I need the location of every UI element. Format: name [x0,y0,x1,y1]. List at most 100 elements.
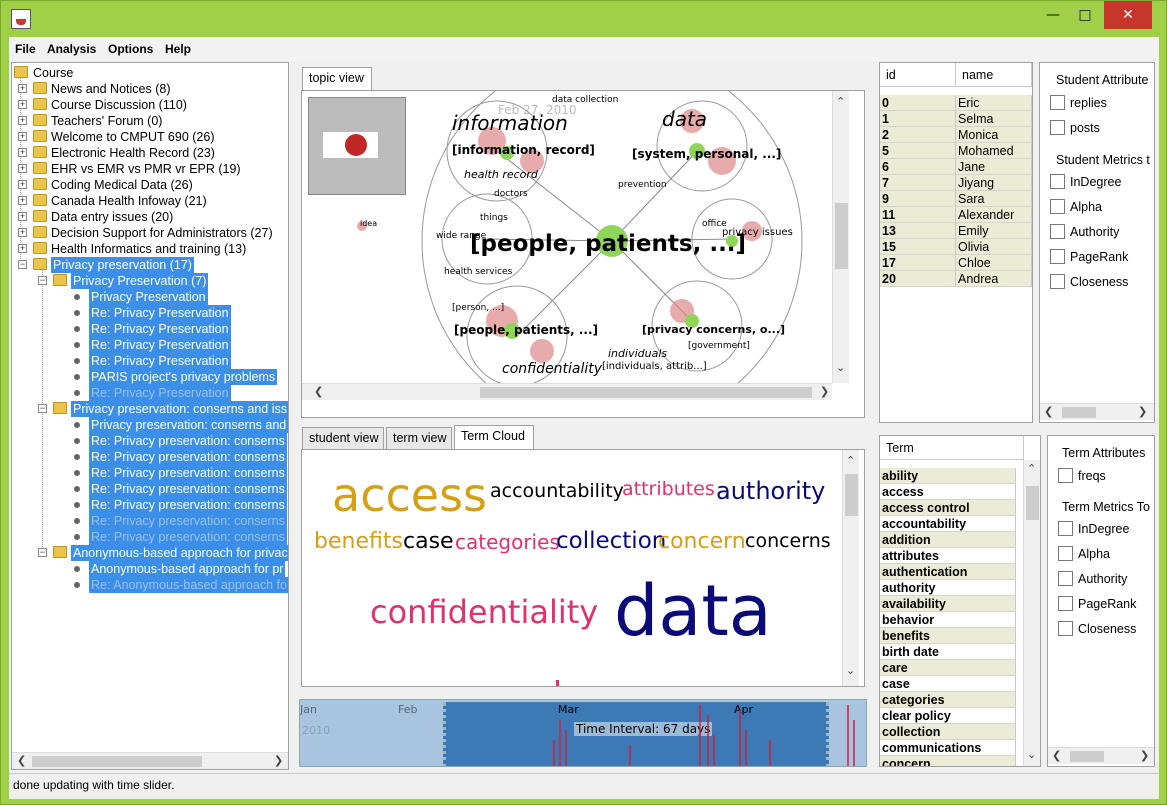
student-row[interactable]: 1 Selma [880,111,1032,127]
checkbox-authority[interactable]: Authority [1058,570,1127,590]
scroll-right-icon[interactable]: ❯ [1140,749,1149,762]
checkbox-closeness[interactable]: Closeness [1050,273,1128,293]
scroll-thumb[interactable] [480,387,812,398]
scroll-left-icon[interactable]: ❮ [1052,749,1061,762]
checkbox-pagerank[interactable]: PageRank [1050,248,1128,268]
term-row[interactable]: accountability [880,516,1016,532]
checkbox-indegree[interactable]: InDegree [1058,520,1129,540]
expand-icon[interactable]: + [18,132,27,141]
student-row[interactable]: 7 Jiyang [880,175,1032,191]
term-row[interactable]: concern [880,756,1016,766]
menu-file[interactable]: File [15,42,36,56]
term-row[interactable]: authority [880,580,1016,596]
checkbox-box[interactable] [1050,224,1065,240]
tree-hscrollbar[interactable]: ❮ ❯ [12,752,288,769]
cloud-word[interactable]: accountability [490,482,624,501]
cloud-word[interactable]: benefits [314,531,403,553]
menu-help[interactable]: Help [165,42,191,56]
checkbox-box[interactable] [1050,95,1065,111]
student-row[interactable]: 5 Mohamed [880,143,1032,159]
term-row[interactable]: collection [880,724,1016,740]
cloud-word[interactable]: case [403,531,454,553]
menu-analysis[interactable]: Analysis [47,42,96,56]
cloud-vscrollbar[interactable]: ⌃ ⌄ [842,450,859,686]
checkbox-authority[interactable]: Authority [1050,223,1119,243]
cloud-word[interactable]: categories [455,532,560,552]
term-row[interactable]: ability [880,468,1016,484]
checkbox-box[interactable] [1058,521,1073,537]
expand-icon[interactable]: + [18,100,27,109]
expand-icon[interactable]: + [18,164,27,173]
col-name-header[interactable]: name [956,63,1032,87]
term-row[interactable]: communications [880,740,1016,756]
cloud-word[interactable]: collection [556,530,666,553]
scroll-up-icon[interactable]: ⌃ [836,95,845,108]
student-row[interactable]: 15 Olivia [880,239,1032,255]
student-row[interactable]: 11 Alexander [880,207,1032,223]
checkbox-box[interactable] [1058,468,1073,484]
scroll-down-icon[interactable]: ⌄ [836,361,845,374]
student-options-hscrollbar[interactable]: ❮ ❯ [1040,403,1154,420]
scroll-left-icon[interactable]: ❮ [314,385,323,398]
term-row[interactable]: care [880,660,1016,676]
checkbox-box[interactable] [1058,571,1073,587]
expand-icon[interactable]: + [18,148,27,157]
checkbox-box[interactable] [1050,120,1065,136]
expand-icon[interactable]: + [18,84,27,93]
cloud-word[interactable]: confidentiality [370,596,598,628]
menu-options[interactable]: Options [108,42,153,56]
term-row[interactable]: attributes [880,548,1016,564]
cloud-word[interactable]: access [332,472,487,518]
student-row[interactable]: 6 Jane [880,159,1032,175]
cloud-word[interactable]: attributes [622,480,715,499]
expand-icon[interactable]: + [18,244,27,253]
scroll-left-icon[interactable]: ❮ [17,754,26,767]
scroll-thumb[interactable] [845,474,858,516]
term-row[interactable]: behavior [880,612,1016,628]
collapse-icon[interactable]: − [38,404,47,413]
term-row[interactable]: availability [880,596,1016,612]
scroll-right-icon[interactable]: ❯ [1138,405,1147,418]
term-row[interactable]: addition [880,532,1016,548]
tab-term-cloud[interactable]: Term Cloud [454,425,534,449]
student-row[interactable]: 0 Eric [880,95,1032,111]
term-row[interactable]: access [880,484,1016,500]
term-row[interactable]: authentication [880,564,1016,580]
expand-icon[interactable]: + [18,116,27,125]
term-row[interactable]: birth date [880,644,1016,660]
collapse-icon[interactable]: − [18,260,27,269]
tab-topic-view[interactable]: topic view [302,67,372,91]
expand-icon[interactable]: + [18,196,27,205]
scroll-thumb[interactable] [1026,486,1039,520]
tab-student-view[interactable]: student view [302,427,384,449]
scroll-down-icon[interactable]: ⌄ [846,664,855,677]
term-options-hscrollbar[interactable]: ❮ ❯ [1048,747,1154,764]
topic-hscrollbar[interactable]: ❮ ❯ [302,383,832,400]
minimize-icon[interactable]: — [1038,1,1068,29]
time-slider[interactable]: Jan 2010 Feb Mar Apr Time Interval: 67 d… [299,699,867,767]
checkbox-box[interactable] [1050,249,1065,265]
topic-vscrollbar[interactable]: ⌃ ⌄ [832,91,849,383]
checkbox-box[interactable] [1058,621,1073,637]
checkbox-alpha[interactable]: Alpha [1058,545,1110,565]
checkbox-box[interactable] [1050,199,1065,215]
checkbox-indegree[interactable]: InDegree [1050,173,1121,193]
scroll-up-icon[interactable]: ⌃ [1027,462,1036,475]
scroll-thumb[interactable] [1070,751,1104,762]
checkbox-box[interactable] [1058,596,1073,612]
checkbox-box[interactable] [1058,546,1073,562]
terms-vscrollbar[interactable]: ⌃ ⌄ [1023,460,1040,766]
tab-term-view[interactable]: term view [386,427,452,449]
student-row[interactable]: 13 Emily [880,223,1032,239]
maximize-icon[interactable]: □ [1070,1,1100,29]
checkbox-pagerank[interactable]: PageRank [1058,595,1136,615]
scroll-down-icon[interactable]: ⌄ [1027,748,1036,761]
collapse-icon[interactable]: − [38,548,47,557]
checkbox-closeness[interactable]: Closeness [1058,620,1136,640]
checkbox-box[interactable] [1050,174,1065,190]
term-row[interactable]: case [880,676,1016,692]
scroll-thumb[interactable] [835,203,848,269]
cloud-word[interactable]: concerns [745,532,831,551]
col-id-header[interactable]: id [880,63,956,87]
cloud-word[interactable]: data [614,576,772,646]
